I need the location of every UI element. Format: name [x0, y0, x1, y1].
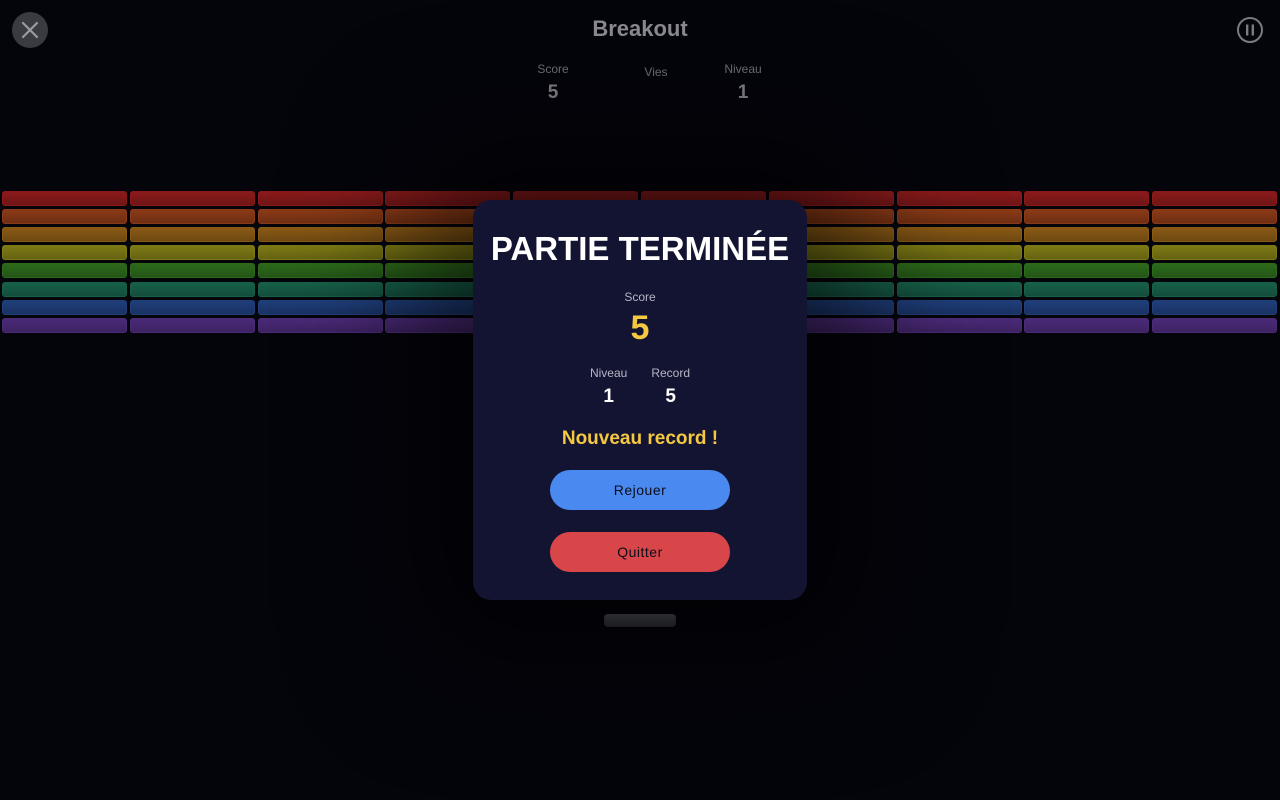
final-level-value: 1 — [603, 386, 614, 407]
final-record: Record 5 — [651, 366, 690, 408]
game-over-dialog: PARTIE TERMINÉE Score 5 Niveau 1 Record … — [473, 200, 807, 600]
new-record-message: Nouveau record ! — [561, 428, 719, 449]
replay-button[interactable]: Rejouer — [550, 470, 730, 510]
game-over-title: PARTIE TERMINÉE — [490, 230, 790, 267]
final-record-value: 5 — [665, 386, 676, 407]
final-stats: Niveau 1 Record 5 — [473, 366, 807, 408]
final-record-label: Record — [651, 366, 691, 380]
final-level-label: Niveau — [589, 366, 628, 380]
game-screen: Breakout Score 5 Vies Niveau 1 PARTIE TE… — [0, 0, 1280, 800]
final-level: Niveau 1 — [590, 366, 627, 408]
quit-button[interactable]: Quitter — [550, 532, 730, 572]
final-score-label: Score — [624, 290, 656, 304]
final-score-value: 5 — [630, 309, 650, 347]
